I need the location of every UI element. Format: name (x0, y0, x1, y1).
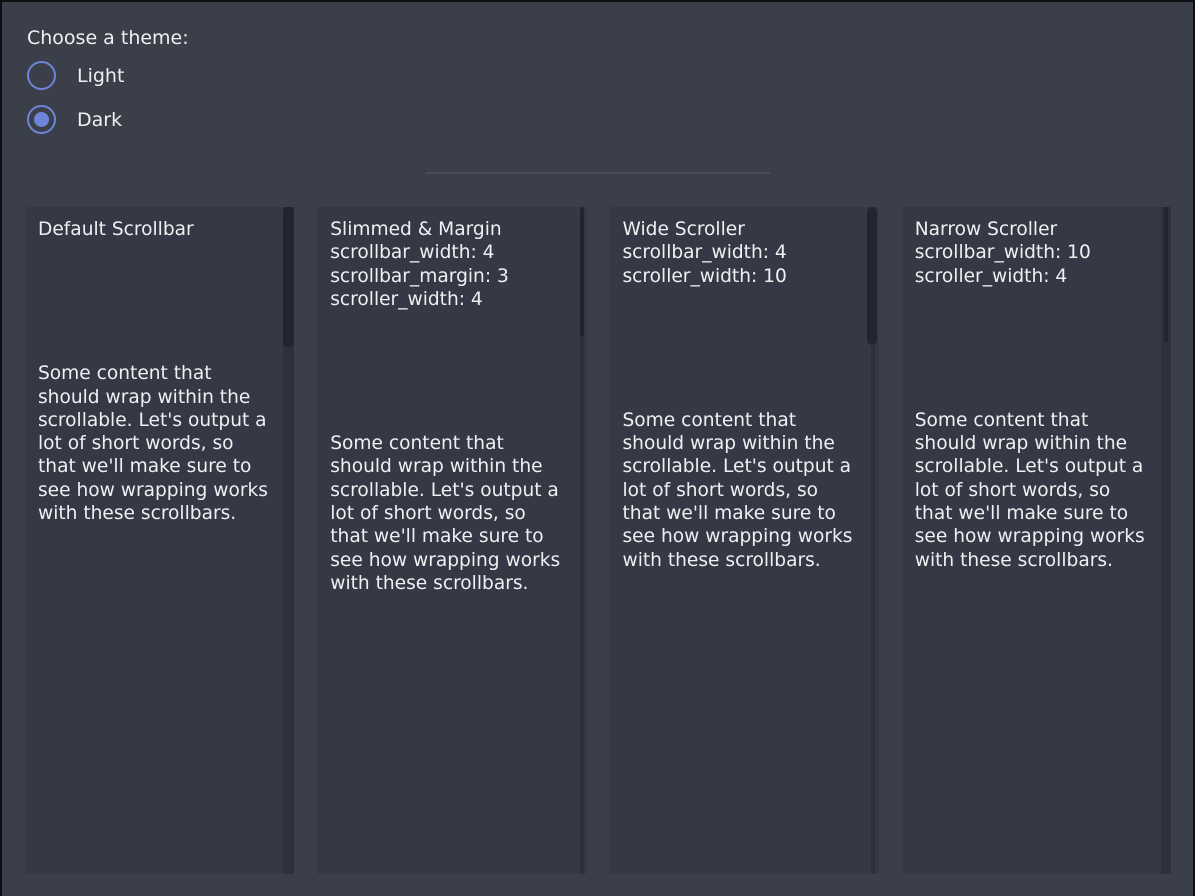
scroll-panel-content: Some content that should wrap within the… (915, 409, 1149, 572)
radio-option-dark[interactable]: Dark (27, 105, 122, 134)
radio-label-light: Light (77, 64, 124, 88)
scrollbar-thumb[interactable] (867, 207, 877, 345)
radio-button-light-icon[interactable] (27, 61, 56, 90)
scroll-panel-title: Default Scrollbar (38, 218, 272, 241)
scroll-panel-wide-scroller[interactable]: Wide Scroller scrollbar_width: 4 scrolle… (610, 207, 879, 874)
theme-chooser-label: Choose a theme: (27, 26, 189, 50)
scroll-panel-content: Some content that should wrap within the… (38, 362, 272, 525)
scroll-panel-param: scroller_width: 4 (915, 265, 1149, 288)
scroll-panel-default[interactable]: Default Scrollbar Some content that shou… (25, 207, 294, 874)
radio-button-dark-icon[interactable] (27, 105, 56, 134)
scroll-panel-title: Narrow Scroller (915, 218, 1149, 241)
scrollbar-thumb[interactable] (1164, 207, 1168, 342)
page-root: Choose a theme: Light Dark Default Scrol… (0, 0, 1195, 896)
scroll-panel-content: Some content that should wrap within the… (330, 432, 564, 595)
scroll-panel-param: scrollbar_margin: 3 (330, 265, 564, 288)
radio-option-light[interactable]: Light (27, 61, 124, 90)
scrollbar-thumb[interactable] (580, 207, 584, 337)
panels-row: Default Scrollbar Some content that shou… (25, 207, 1171, 874)
scroll-panel-narrow-scroller[interactable]: Narrow Scroller scrollbar_width: 10 scro… (902, 207, 1171, 874)
scroll-panel-content: Some content that should wrap within the… (623, 409, 857, 572)
scroll-panel-title: Wide Scroller (623, 218, 857, 241)
scroll-panel-title: Slimmed & Margin (330, 218, 564, 241)
scrollbar-thumb[interactable] (283, 207, 294, 347)
scroll-panel-param: scrollbar_width: 10 (915, 241, 1149, 264)
radio-label-dark: Dark (77, 108, 122, 132)
radio-dot-icon (34, 112, 49, 127)
scroll-panel-param: scroller_width: 4 (330, 288, 564, 311)
divider (425, 172, 770, 174)
scroll-panel-param: scrollbar_width: 4 (330, 241, 564, 264)
scroll-panel-param: scroller_width: 10 (623, 265, 857, 288)
scroll-panel-slimmed-margin[interactable]: Slimmed & Margin scrollbar_width: 4 scro… (317, 207, 586, 874)
scroll-panel-param: scrollbar_width: 4 (623, 241, 857, 264)
